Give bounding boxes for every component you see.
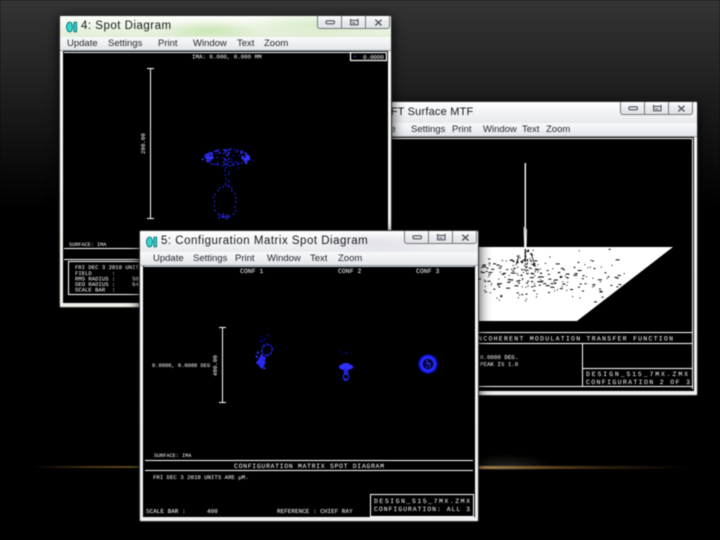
svg-text:0.0000 DEG.: 0.0000 DEG. xyxy=(480,354,518,361)
svg-text:SCALE BAR :: SCALE BAR : xyxy=(146,508,186,515)
svg-text:SURFACE: IMA: SURFACE: IMA xyxy=(154,453,192,459)
svg-text:DESIGN_S15_7MX.ZMX: DESIGN_S15_7MX.ZMX xyxy=(374,498,470,505)
svg-text:0.0000, 0.0000 DEG: 0.0000, 0.0000 DEG xyxy=(152,363,210,369)
svg-text:IMA: 0.000, 0.000 MM: IMA: 0.000, 0.000 MM xyxy=(192,54,262,61)
svg-text:INCOHERENT MODULATION TRANSFER: INCOHERENT MODULATION TRANSFER FUNCTION xyxy=(473,336,673,343)
svg-text:REFERENCE : CHIEF RAY: REFERENCE : CHIEF RAY xyxy=(277,508,353,515)
svg-text:CONFIGURATION: ALL 3: CONFIGURATION: ALL 3 xyxy=(374,506,470,513)
svg-text:0.0000: 0.0000 xyxy=(363,54,384,61)
svg-text:400.00: 400.00 xyxy=(212,355,219,376)
svg-text:CONF 3: CONF 3 xyxy=(416,268,440,275)
svg-text:200.00: 200.00 xyxy=(140,133,147,154)
svg-text:CONFIGURATION 2 OF 3: CONFIGURATION 2 OF 3 xyxy=(586,379,690,386)
svg-text:PEAK IS 1.0: PEAK IS 1.0 xyxy=(480,361,519,368)
svg-text:CONF 2: CONF 2 xyxy=(338,268,362,275)
svg-text:DESIGN_S15_7MX.ZMX: DESIGN_S15_7MX.ZMX xyxy=(586,371,688,378)
svg-text:CONF 1: CONF 1 xyxy=(240,268,264,275)
svg-text:FRI DEC 3 2010 UNITS ARE µM.: FRI DEC 3 2010 UNITS ARE µM. xyxy=(153,474,249,481)
svg-text:400: 400 xyxy=(207,508,218,515)
svg-text:SURFACE: IMA: SURFACE: IMA xyxy=(69,242,107,248)
svg-text:CONFIGURATION MATRIX SPOT DIAG: CONFIGURATION MATRIX SPOT DIAGRAM xyxy=(234,463,384,470)
